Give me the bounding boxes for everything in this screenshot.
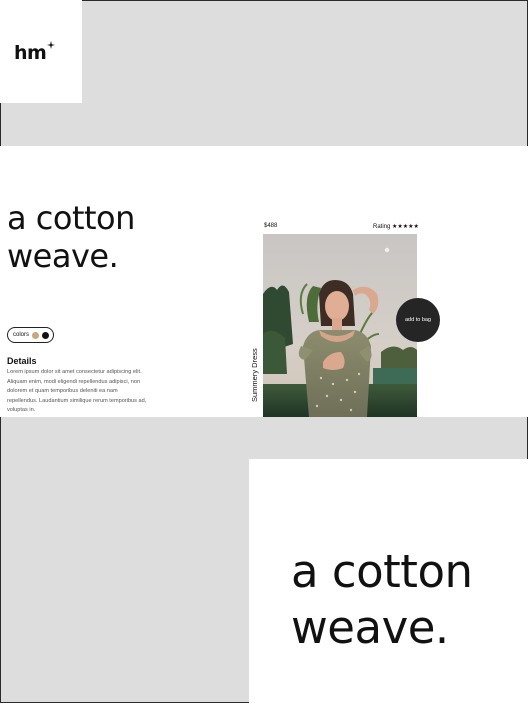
product-name: Summery Dress [250,348,259,402]
product-image [263,234,417,417]
bottom-feature-title: a cotton weave. [291,544,473,656]
details-heading: Details [7,356,37,366]
product-price: $488 [264,223,278,229]
rating-label: Rating [373,224,391,230]
sparkle-icon [47,41,56,49]
product-rating: Rating ★★★★★ [373,223,419,230]
product-photo[interactable] [263,234,417,417]
tan-swatch[interactable] [32,331,40,339]
hero-title: a cotton weave. [7,199,135,275]
hero-title-line2: weave. [7,237,119,275]
bottom-title-line1: a cotton [291,545,473,598]
bottom-title-line2: weave. [291,601,449,654]
hero-section: a cotton weave. colors Details Lorem ips… [0,146,528,417]
black-swatch[interactable] [42,331,50,339]
logo-text: hm [14,42,47,64]
rating-stars-icon: ★★★★★ [392,224,419,230]
bottom-feature-card: a cotton weave. [249,459,528,703]
add-to-bag-button[interactable]: add to bag [396,298,440,342]
details-body: Lorem ipsum dolor sit amet consectetur a… [7,369,147,414]
logo-box: hm [0,0,82,103]
hero-title-line1: a cotton [7,199,135,237]
brand-logo[interactable]: hm [14,41,56,64]
color-selector[interactable]: colors [7,327,55,343]
colors-label: colors [13,332,30,338]
